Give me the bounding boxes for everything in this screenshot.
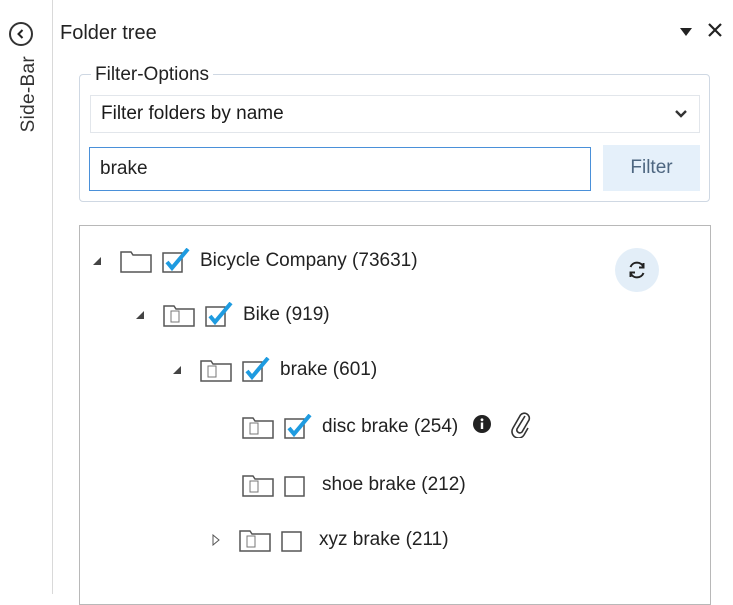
tree-row[interactable]: Bicycle Company (73631) — [90, 244, 418, 278]
checkbox-checked[interactable] — [284, 414, 312, 440]
expanded-triangle-icon[interactable] — [170, 365, 184, 375]
collapsed-triangle-icon[interactable] — [209, 534, 223, 546]
tree-row[interactable]: disc brake (254) — [242, 410, 532, 444]
filter-button[interactable]: Filter — [603, 145, 700, 191]
info-icon[interactable] — [472, 414, 492, 440]
tree-row[interactable]: Bike (919) — [133, 298, 330, 332]
close-icon[interactable] — [707, 22, 723, 43]
panel-title: Folder tree — [60, 22, 157, 44]
folder-icon — [242, 415, 274, 439]
folder-icon — [239, 528, 271, 552]
tree-item-label[interactable]: Bike (919) — [243, 304, 330, 326]
checkbox-unchecked[interactable] — [281, 527, 309, 553]
title-actions — [679, 22, 723, 43]
checkbox-checked[interactable] — [205, 302, 233, 328]
tree-item-label[interactable]: brake (601) — [280, 359, 377, 381]
chevron-left-icon[interactable] — [9, 22, 33, 46]
tree-row[interactable]: shoe brake (212) — [242, 468, 466, 502]
tree-row[interactable]: xyz brake (211) — [209, 523, 449, 557]
expanded-triangle-icon[interactable] — [133, 310, 147, 320]
folder-icon — [200, 358, 232, 382]
folder-icon — [120, 249, 152, 273]
chevron-down-icon — [673, 106, 689, 128]
filter-mode-select[interactable]: Filter folders by name — [90, 95, 700, 133]
tree-item-label[interactable]: shoe brake (212) — [322, 474, 466, 496]
triangle-down-icon[interactable] — [679, 24, 693, 42]
row-icons — [472, 410, 532, 444]
refresh-icon[interactable] — [615, 248, 659, 292]
filter-options-legend: Filter-Options — [91, 64, 214, 86]
folder-icon — [163, 303, 195, 327]
side-bar-label[interactable]: Side-Bar — [18, 56, 40, 132]
checkbox-unchecked[interactable] — [284, 472, 312, 498]
tree-item-label[interactable]: disc brake (254) — [322, 416, 458, 438]
expanded-triangle-icon[interactable] — [90, 256, 104, 266]
checkbox-checked[interactable] — [242, 357, 270, 383]
folder-filter-input[interactable] — [89, 147, 591, 191]
tree-row[interactable]: brake (601) — [170, 353, 377, 387]
tree-item-label[interactable]: xyz brake (211) — [319, 529, 449, 551]
checkbox-checked[interactable] — [162, 248, 190, 274]
folder-icon — [242, 473, 274, 497]
paperclip-icon[interactable] — [510, 410, 532, 444]
side-bar: Side-Bar — [0, 0, 53, 594]
filter-mode-value: Filter folders by name — [101, 103, 284, 124]
tree-item-label[interactable]: Bicycle Company (73631) — [200, 250, 418, 272]
